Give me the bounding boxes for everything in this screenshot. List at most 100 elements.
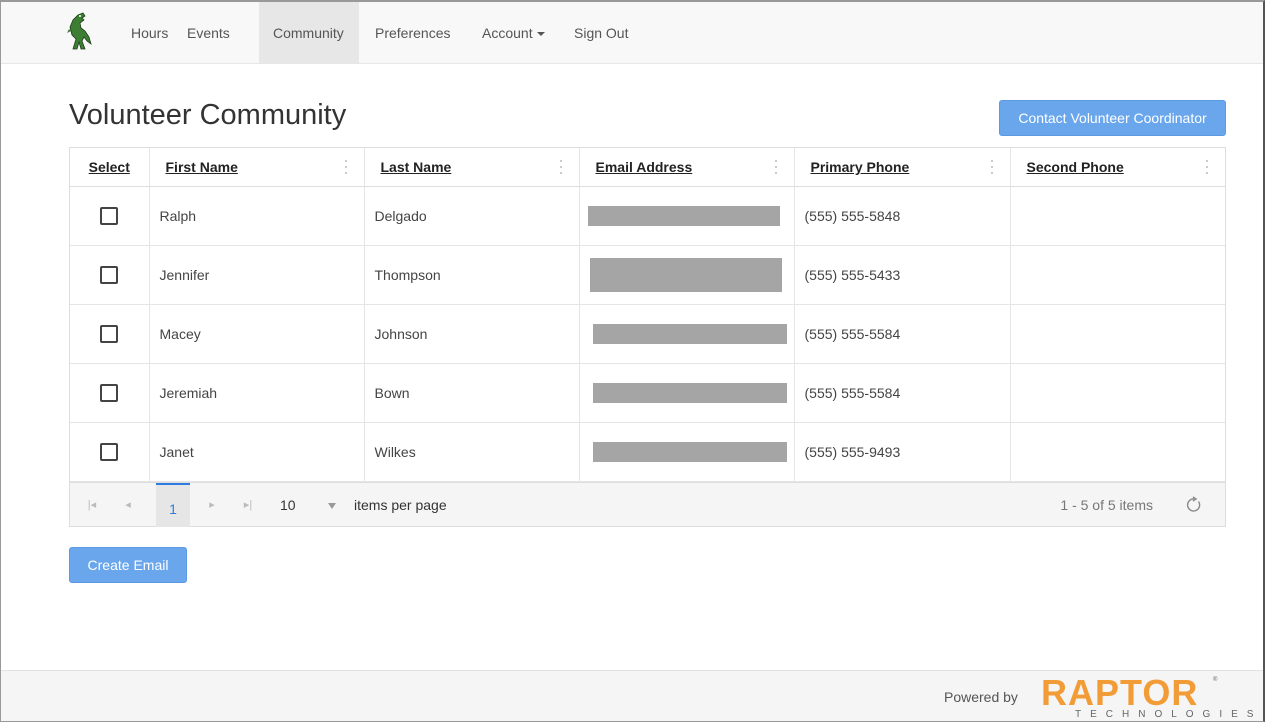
first-name-cell: Macey [149, 304, 365, 364]
column-menu-icon[interactable] [774, 160, 778, 174]
volunteer-table: Select First Name Last Name Email Addres… [70, 148, 1225, 482]
redacted-email [587, 205, 780, 226]
app-window: Hours Events Community Preferences Accou… [0, 0, 1265, 722]
select-cell [70, 422, 150, 482]
pager-info: 1 - 5 of 5 items [1060, 497, 1153, 513]
volunteer-grid: Select First Name Last Name Email Addres… [69, 147, 1226, 527]
second-phone-cell [1010, 245, 1225, 305]
first-name-cell: Ralph [149, 186, 365, 246]
page-footer: Powered by RAPTOR ® TECHNOLOGIES [1, 670, 1263, 721]
last-name-cell: Bown [364, 363, 580, 423]
primary-phone-cell: (555) 555-5848 [794, 186, 1011, 246]
table-row: Jennifer Thompson (555) 555-5433 [70, 245, 1225, 305]
col-header-second-phone[interactable]: Second Phone [1010, 148, 1225, 187]
column-menu-icon[interactable] [559, 160, 563, 174]
email-cell [579, 245, 795, 305]
page-1-button[interactable]: 1 [156, 483, 190, 527]
create-email-button[interactable]: Create Email [69, 547, 187, 583]
col-header-last-name-label: Last Name [380, 158, 452, 175]
second-phone-cell [1010, 363, 1225, 423]
email-cell [579, 186, 795, 246]
chevron-down-icon[interactable] [328, 503, 336, 509]
select-cell [70, 363, 150, 423]
next-page-icon[interactable]: ▸ [202, 483, 222, 527]
dinosaur-logo-icon[interactable] [63, 11, 95, 51]
table-row: Ralph Delgado (555) 555-5848 [70, 186, 1225, 246]
grid-pager: |◂ ◂ 1 ▸ ▸| 10 items per page 1 - 5 of 5… [70, 482, 1225, 527]
nav-events-label: Events [187, 25, 230, 41]
last-name-cell: Delgado [364, 186, 580, 246]
column-menu-icon[interactable] [1205, 160, 1209, 174]
email-cell [579, 422, 795, 482]
redacted-email [592, 382, 787, 403]
select-cell [70, 304, 150, 364]
nav-sign-out-label: Sign Out [574, 25, 629, 41]
first-name-cell: Jennifer [149, 245, 365, 305]
contact-coordinator-button[interactable]: Contact Volunteer Coordinator [999, 100, 1226, 136]
powered-by-label: Powered by [944, 689, 1018, 705]
nav-account-dropdown[interactable]: Account [468, 2, 559, 64]
column-menu-icon[interactable] [990, 160, 994, 174]
raptor-brand-text: RAPTOR [1041, 672, 1199, 713]
row-checkbox[interactable] [100, 265, 119, 284]
table-row: Macey Johnson (555) 555-5584 [70, 304, 1225, 364]
last-name-cell: Thompson [364, 245, 580, 305]
table-header-row: Select First Name Last Name Email Addres… [70, 148, 1225, 187]
select-cell [70, 245, 150, 305]
nav-preferences-label: Preferences [375, 25, 451, 41]
first-name-cell: Janet [149, 422, 365, 482]
first-page-icon[interactable]: |◂ [82, 483, 102, 527]
col-header-last-name[interactable]: Last Name [364, 148, 580, 187]
registered-mark-icon: ® [1213, 677, 1218, 683]
first-name-cell: Jeremiah [149, 363, 365, 423]
primary-phone-cell: (555) 555-5584 [794, 304, 1011, 364]
last-page-icon[interactable]: ▸| [238, 483, 258, 527]
nav-preferences[interactable]: Preferences [361, 2, 464, 64]
col-header-select[interactable]: Select [70, 148, 150, 187]
column-menu-icon[interactable] [344, 160, 348, 174]
prev-page-icon[interactable]: ◂ [118, 483, 138, 527]
second-phone-cell [1010, 186, 1225, 246]
primary-phone-cell: (555) 555-5433 [794, 245, 1011, 305]
redacted-email [589, 257, 782, 292]
col-header-first-name-label: First Name [165, 158, 238, 175]
col-header-primary-phone-label: Primary Phone [810, 158, 910, 175]
second-phone-cell [1010, 304, 1225, 364]
col-header-second-phone-label: Second Phone [1026, 158, 1124, 175]
refresh-icon[interactable] [1185, 496, 1203, 514]
table-row: Jeremiah Bown (555) 555-5584 [70, 363, 1225, 423]
col-header-first-name[interactable]: First Name [149, 148, 365, 187]
table-row: Janet Wilkes (555) 555-9493 [70, 422, 1225, 482]
nav-events[interactable]: Events [173, 2, 244, 64]
row-checkbox[interactable] [100, 383, 119, 402]
primary-phone-cell: (555) 555-5584 [794, 363, 1011, 423]
row-checkbox[interactable] [100, 442, 119, 461]
raptor-brand-subtext: TECHNOLOGIES [1075, 709, 1263, 720]
last-name-cell: Johnson [364, 304, 580, 364]
caret-down-icon [536, 32, 545, 37]
email-cell [579, 304, 795, 364]
nav-community[interactable]: Community [259, 2, 359, 64]
select-cell [70, 186, 150, 246]
col-header-select-label: Select [88, 158, 130, 175]
nav-account-label: Account [482, 25, 533, 41]
nav-hours-label: Hours [131, 25, 169, 41]
email-cell [579, 363, 795, 423]
redacted-email [592, 441, 787, 462]
nav-sign-out[interactable]: Sign Out [560, 2, 642, 64]
row-checkbox[interactable] [100, 206, 119, 225]
page-size-select[interactable]: 10 [280, 483, 296, 527]
col-header-email[interactable]: Email Address [579, 148, 795, 187]
col-header-primary-phone[interactable]: Primary Phone [794, 148, 1011, 187]
nav-community-label: Community [273, 25, 344, 41]
items-per-page-label: items per page [354, 497, 447, 513]
col-header-email-label: Email Address [595, 158, 693, 175]
top-navbar: Hours Events Community Preferences Accou… [1, 2, 1263, 64]
last-name-cell: Wilkes [364, 422, 580, 482]
row-checkbox[interactable] [100, 324, 119, 343]
raptor-logo: RAPTOR ® TECHNOLOGIES [1041, 672, 1253, 721]
redacted-email [592, 323, 787, 344]
page-title: Volunteer Community [69, 99, 347, 131]
second-phone-cell [1010, 422, 1225, 482]
primary-phone-cell: (555) 555-9493 [794, 422, 1011, 482]
